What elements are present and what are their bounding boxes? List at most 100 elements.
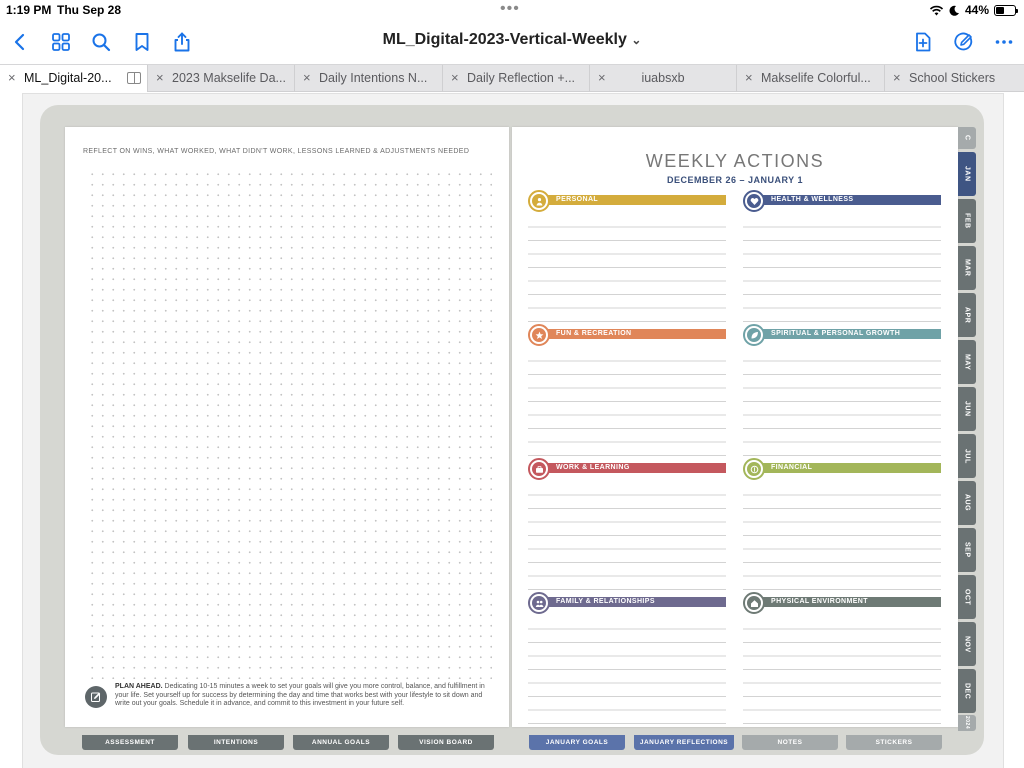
add-page-button[interactable] [909,28,937,56]
star-icon [532,328,546,342]
leaf-icon [747,328,761,342]
multitask-dots[interactable]: ••• [500,0,520,18]
split-view-icon[interactable] [127,72,141,84]
tab-close-icon[interactable]: × [745,70,753,85]
category-personal: PERSONAL [528,190,728,322]
bottom-tab-january-reflections[interactable]: JANUARY REFLECTIONS [634,735,734,750]
more-icon [995,40,1013,44]
category-lines[interactable] [743,616,941,724]
bottom-tab-label: NOTES [777,739,803,746]
category-lines[interactable] [743,482,941,590]
category-circle [743,190,765,212]
tab-label: Daily Reflection +... [467,71,576,85]
category-circle [743,324,765,346]
bottom-tab-stickers[interactable]: STICKERS [846,735,942,750]
tab-close-icon[interactable]: × [451,70,459,85]
month-tab-2024[interactable]: 2024 [958,715,976,731]
bottom-tab-vision-board[interactable]: VISION BOARD [398,735,494,750]
month-tab-label: MAY [963,353,971,371]
person-icon [532,194,546,208]
briefcase-icon [532,462,546,476]
more-button[interactable] [990,28,1018,56]
tab-daily-intentions[interactable]: × Daily Intentions N... [295,65,443,92]
bottom-tab-assessment[interactable]: ASSESSMENT [82,735,178,750]
month-tab-may[interactable]: MAY [958,340,976,384]
document-title-text[interactable]: ML_Digital-2023-Vertical-Weekly [383,31,627,48]
month-tab-oct[interactable]: OCT [958,575,976,619]
status-time: 1:19 PM [6,3,52,17]
tab-ml-digital[interactable]: × ML_Digital-20... [0,65,148,92]
category-label: HEALTH & WELLNESS [753,195,941,205]
title-dropdown-icon[interactable]: ⌄ [631,33,641,47]
month-tab-apr[interactable]: APR [958,293,976,337]
tab-iuabsxb[interactable]: × iuabsxb [590,65,737,92]
pen-mode-button[interactable] [950,28,978,56]
bottom-tab-label: JANUARY GOALS [545,739,609,746]
thumbnails-button[interactable] [47,28,75,56]
tab-label: iuabsxb [641,71,685,85]
bottom-tab-label: INTENTIONS [213,739,259,746]
wifi-icon [929,5,944,15]
bookmark-button[interactable] [128,28,156,56]
month-tab-jun[interactable]: JUN [958,387,976,431]
bottom-tab-label: STICKERS [875,739,913,746]
back-button[interactable] [6,28,34,56]
search-button[interactable] [87,28,115,56]
status-bar: 1:19 PM Thu Sep 28 ••• 44% [0,0,1024,22]
tab-close-icon[interactable]: × [156,70,164,85]
category-lines[interactable] [743,214,941,322]
tab-makselife-da[interactable]: × 2023 Makselife Da... [148,65,295,92]
category-spiritual-growth: SPIRITUAL & PERSONAL GROWTH [743,324,943,456]
month-tab-c[interactable]: C [958,127,976,149]
bottom-tab-january-goals[interactable]: JANUARY GOALS [529,735,625,750]
month-tab-label: NOV [963,635,971,653]
dot-grid[interactable] [87,169,492,679]
category-lines[interactable] [528,348,726,456]
category-circle [528,592,550,614]
bottom-tab-label: ANNUAL GOALS [311,739,371,746]
month-tab-jul[interactable]: JUL [958,434,976,478]
plan-ahead-bold: PLAN AHEAD. [115,683,163,690]
tab-close-icon[interactable]: × [303,70,311,85]
month-tab-nov[interactable]: NOV [958,622,976,666]
category-lines[interactable] [528,482,726,590]
tab-label: 2023 Makselife Da... [172,71,286,85]
tab-close-icon[interactable]: × [8,70,16,85]
bottom-tab-notes[interactable]: NOTES [742,735,838,750]
category-lines[interactable] [743,348,941,456]
tab-close-icon[interactable]: × [893,70,901,85]
right-page[interactable]: WEEKLY ACTIONS DECEMBER 26 – JANUARY 1 P… [512,127,958,727]
month-tab-label: JUL [963,448,971,464]
grid-icon [52,33,70,51]
status-right: 44% [929,3,1018,17]
category-lines[interactable] [528,214,726,322]
category-lines[interactable] [528,616,726,724]
left-page[interactable]: REFLECT ON WINS, WHAT WORKED, WHAT DIDN'… [65,127,509,727]
battery-percent: 44% [964,3,989,17]
tab-daily-reflection[interactable]: × Daily Reflection +... [443,65,590,92]
pencil-circle-icon [954,32,973,51]
month-tab-sep[interactable]: SEP [958,528,976,572]
share-button[interactable] [168,28,196,56]
month-tab-jan[interactable]: JAN [958,152,976,196]
tab-school-stickers[interactable]: × School Stickers [885,65,1024,92]
toolbar: ML_Digital-2023-Vertical-Weekly ⌄ [0,22,1024,62]
category-label: FUN & RECREATION [538,329,726,339]
category-circle [528,324,550,346]
bookmark-icon [135,33,149,51]
category-circle [528,190,550,212]
tab-makselife-colorful[interactable]: × Makselife Colorful... [737,65,885,92]
month-tab-aug[interactable]: AUG [958,481,976,525]
month-tab-mar[interactable]: MAR [958,246,976,290]
chevron-left-icon [14,33,25,51]
plan-ahead-note: PLAN AHEAD. Dedicating 10-15 minutes a w… [85,683,495,723]
document-canvas[interactable]: REFLECT ON WINS, WHAT WORKED, WHAT DIDN'… [0,93,1024,768]
month-tab-label: JAN [963,166,971,182]
category-circle [528,458,550,480]
battery-fill [996,6,1004,14]
month-tab-dec[interactable]: DEC [958,669,976,713]
bottom-tab-intentions[interactable]: INTENTIONS [188,735,284,750]
month-tab-label: OCT [963,588,971,606]
month-tab-feb[interactable]: FEB [958,199,976,243]
bottom-tab-annual-goals[interactable]: ANNUAL GOALS [293,735,389,750]
